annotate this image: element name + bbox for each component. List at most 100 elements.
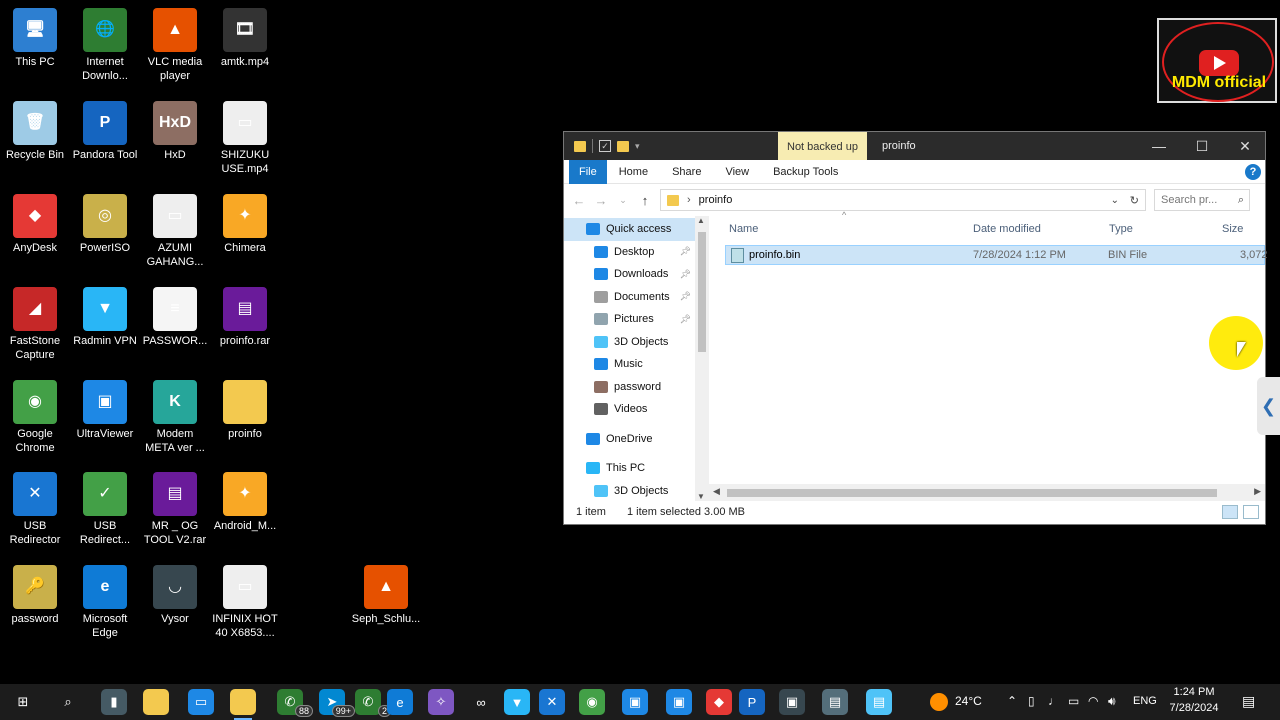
- side-panel-toggle-icon[interactable]: ❮: [1257, 377, 1280, 435]
- details-view-icon[interactable]: [1222, 505, 1238, 519]
- properties-icon[interactable]: ✓: [599, 140, 611, 152]
- desktop-icon-item[interactable]: ✕ USB Redirector: [0, 472, 70, 547]
- desktop-icon-item[interactable]: ◢ FastStone Capture: [0, 287, 70, 362]
- minimize-button[interactable]: —: [1137, 132, 1181, 160]
- nav-scrollbar[interactable]: ▲ ▼: [695, 216, 709, 501]
- tab-file[interactable]: File: [569, 159, 607, 184]
- infinity-icon[interactable]: ∞: [468, 689, 494, 715]
- nav-item[interactable]: This PC: [564, 457, 709, 480]
- start-icon[interactable]: ⊞: [10, 689, 36, 715]
- whatsapp-business-icon[interactable]: ✆ 2: [355, 689, 391, 717]
- scroll-left-icon[interactable]: ◀: [713, 486, 720, 497]
- clock-date[interactable]: 7/28/2024: [1166, 702, 1222, 714]
- customize-toolbar-icon[interactable]: ▾: [635, 141, 640, 152]
- desktop-icon-item[interactable]: ✦ Chimera: [210, 194, 280, 255]
- tab-share[interactable]: Share: [660, 160, 713, 184]
- title-bar[interactable]: ✓ ▾ Not backed up proinfo — ☐ ✕: [564, 132, 1265, 160]
- clock-time[interactable]: 1:24 PM: [1168, 686, 1220, 698]
- pin-icon[interactable]: 📌︎: [680, 246, 691, 257]
- app-icon[interactable]: ▮: [101, 689, 127, 715]
- volume-icon[interactable]: 🔊︎: [1108, 694, 1116, 709]
- messenger-icon[interactable]: ✧: [428, 689, 454, 715]
- desktop-icon-item[interactable]: ◆ AnyDesk: [0, 194, 70, 255]
- anydesk-icon[interactable]: ◆: [706, 689, 732, 715]
- nav-item[interactable]: Desktop 📌︎: [564, 241, 709, 264]
- nav-item[interactable]: OneDrive: [564, 428, 709, 451]
- desktop-icon-item[interactable]: ▭ SHIZUKU USE.mp4: [210, 101, 280, 176]
- horizontal-scrollbar[interactable]: ◀ ▶: [709, 484, 1265, 501]
- pin-icon[interactable]: 📌︎: [680, 269, 691, 280]
- new-folder-icon[interactable]: [617, 140, 629, 152]
- edge-icon[interactable]: e: [387, 689, 413, 715]
- desktop-icon-item[interactable]: ▼ Radmin VPN: [70, 287, 140, 348]
- desktop-icon-item[interactable]: ▭ INFINIX HOT 40 X6853....: [210, 565, 280, 640]
- search-input[interactable]: Search pr... ⌕: [1154, 189, 1250, 211]
- back-arrow-icon[interactable]: ←: [568, 193, 590, 208]
- recent-locations-icon[interactable]: ⌄: [612, 195, 634, 206]
- large-icons-view-icon[interactable]: [1243, 505, 1259, 519]
- nav-item[interactable]: Documents 📌︎: [564, 286, 709, 309]
- language-indicator[interactable]: ENG: [1133, 695, 1157, 707]
- terminal-app-icon[interactable]: ▣: [779, 689, 805, 715]
- desktop-icon-item[interactable]: ▤ MR _ OG TOOL V2.rar: [140, 472, 210, 547]
- refresh-icon[interactable]: ↻: [1130, 194, 1139, 207]
- desktop-icon-item[interactable]: ✓ USB Redirect...: [70, 472, 140, 547]
- nav-item[interactable]: 3D Objects: [564, 331, 709, 354]
- column-date-modified[interactable]: Date modified: [973, 223, 1041, 235]
- chevron-down-icon[interactable]: ⌄: [1111, 195, 1119, 206]
- forward-arrow-icon[interactable]: →: [590, 193, 612, 208]
- horizontal-scrollbar-thumb[interactable]: [727, 489, 1217, 497]
- desktop-icon-item[interactable]: HxD HxD: [140, 101, 210, 162]
- ultraviewer-2-icon[interactable]: ▣: [666, 689, 692, 715]
- nav-item[interactable]: Music: [564, 353, 709, 376]
- microphone-icon[interactable]: ♩: [1048, 694, 1060, 708]
- close-button[interactable]: ✕: [1223, 132, 1267, 160]
- desktop-icon-item[interactable]: 🖥 This PC: [0, 8, 70, 69]
- desktop-icon-item[interactable]: 🌐 Internet Downlo...: [70, 8, 140, 83]
- scroll-up-icon[interactable]: ▲: [697, 216, 705, 225]
- file-explorer-active-icon[interactable]: [230, 689, 256, 720]
- desktop-icon-item[interactable]: P Pandora Tool: [70, 101, 140, 162]
- desktop-icon-item[interactable]: ◎ PowerISO: [70, 194, 140, 255]
- desktop-icon-item[interactable]: ▭ AZUMI GAHANG...: [140, 194, 210, 269]
- nav-item[interactable]: Pictures 📌︎: [564, 308, 709, 331]
- up-arrow-icon[interactable]: ↑: [634, 193, 656, 208]
- chevron-right-icon[interactable]: ›: [687, 194, 691, 206]
- desktop-icon-item[interactable]: ▲ VLC media player: [140, 8, 210, 83]
- desktop-icon-item[interactable]: 🔑 password: [0, 565, 70, 626]
- column-type[interactable]: Type: [1109, 223, 1133, 235]
- desktop-icon-item[interactable]: e Microsoft Edge: [70, 565, 140, 640]
- camera-icon[interactable]: ▭: [1068, 694, 1079, 708]
- help-icon[interactable]: ?: [1245, 163, 1261, 180]
- whatsapp-icon[interactable]: ✆ 88: [277, 689, 313, 717]
- nav-scrollbar-thumb[interactable]: [698, 232, 706, 352]
- nav-item[interactable]: Downloads 📌︎: [564, 263, 709, 286]
- chrome-icon[interactable]: ◉: [579, 689, 605, 715]
- monitor-app-icon[interactable]: ▭: [188, 689, 214, 715]
- usb-device-icon[interactable]: ▤: [822, 689, 848, 715]
- file-explorer-icon[interactable]: [143, 689, 169, 715]
- chevron-up-icon[interactable]: ⌃: [1007, 694, 1017, 708]
- desktop-icon-item[interactable]: ▣ UltraViewer: [70, 380, 140, 441]
- ultraviewer-icon[interactable]: ▣: [622, 689, 648, 715]
- wifi-icon[interactable]: ◠: [1088, 694, 1098, 708]
- telegram-icon[interactable]: ➤ 99+: [319, 689, 355, 717]
- desktop-icon-item[interactable]: proinfo: [210, 380, 280, 441]
- search-icon[interactable]: ⌕: [55, 689, 81, 715]
- column-name[interactable]: Name: [729, 223, 758, 235]
- desktop-icon-item[interactable]: 🗑 Recycle Bin: [0, 101, 70, 162]
- address-bar[interactable]: › proinfo ⌄ ↻: [660, 189, 1146, 211]
- scroll-right-icon[interactable]: ▶: [1254, 486, 1261, 497]
- weather-icon[interactable]: [930, 693, 948, 711]
- desktop-icon-item[interactable]: 🎞 amtk.mp4: [210, 8, 280, 69]
- desktop-icon-item[interactable]: K Modem META ver ...: [140, 380, 210, 455]
- desktop-icon-item[interactable]: ◡ Vysor: [140, 565, 210, 626]
- table-row[interactable]: proinfo.bin 7/28/2024 1:12 PM BIN File 3…: [725, 245, 1268, 265]
- maximize-button[interactable]: ☐: [1180, 132, 1224, 160]
- file-name[interactable]: proinfo.bin: [749, 249, 800, 261]
- device-icon[interactable]: ▯: [1028, 694, 1035, 708]
- nav-item[interactable]: Quick access: [564, 218, 709, 241]
- usb-redirector-icon[interactable]: ✕: [539, 689, 565, 715]
- desktop-icon-item[interactable]: ▤ proinfo.rar: [210, 287, 280, 348]
- breadcrumb-current[interactable]: proinfo: [699, 194, 733, 206]
